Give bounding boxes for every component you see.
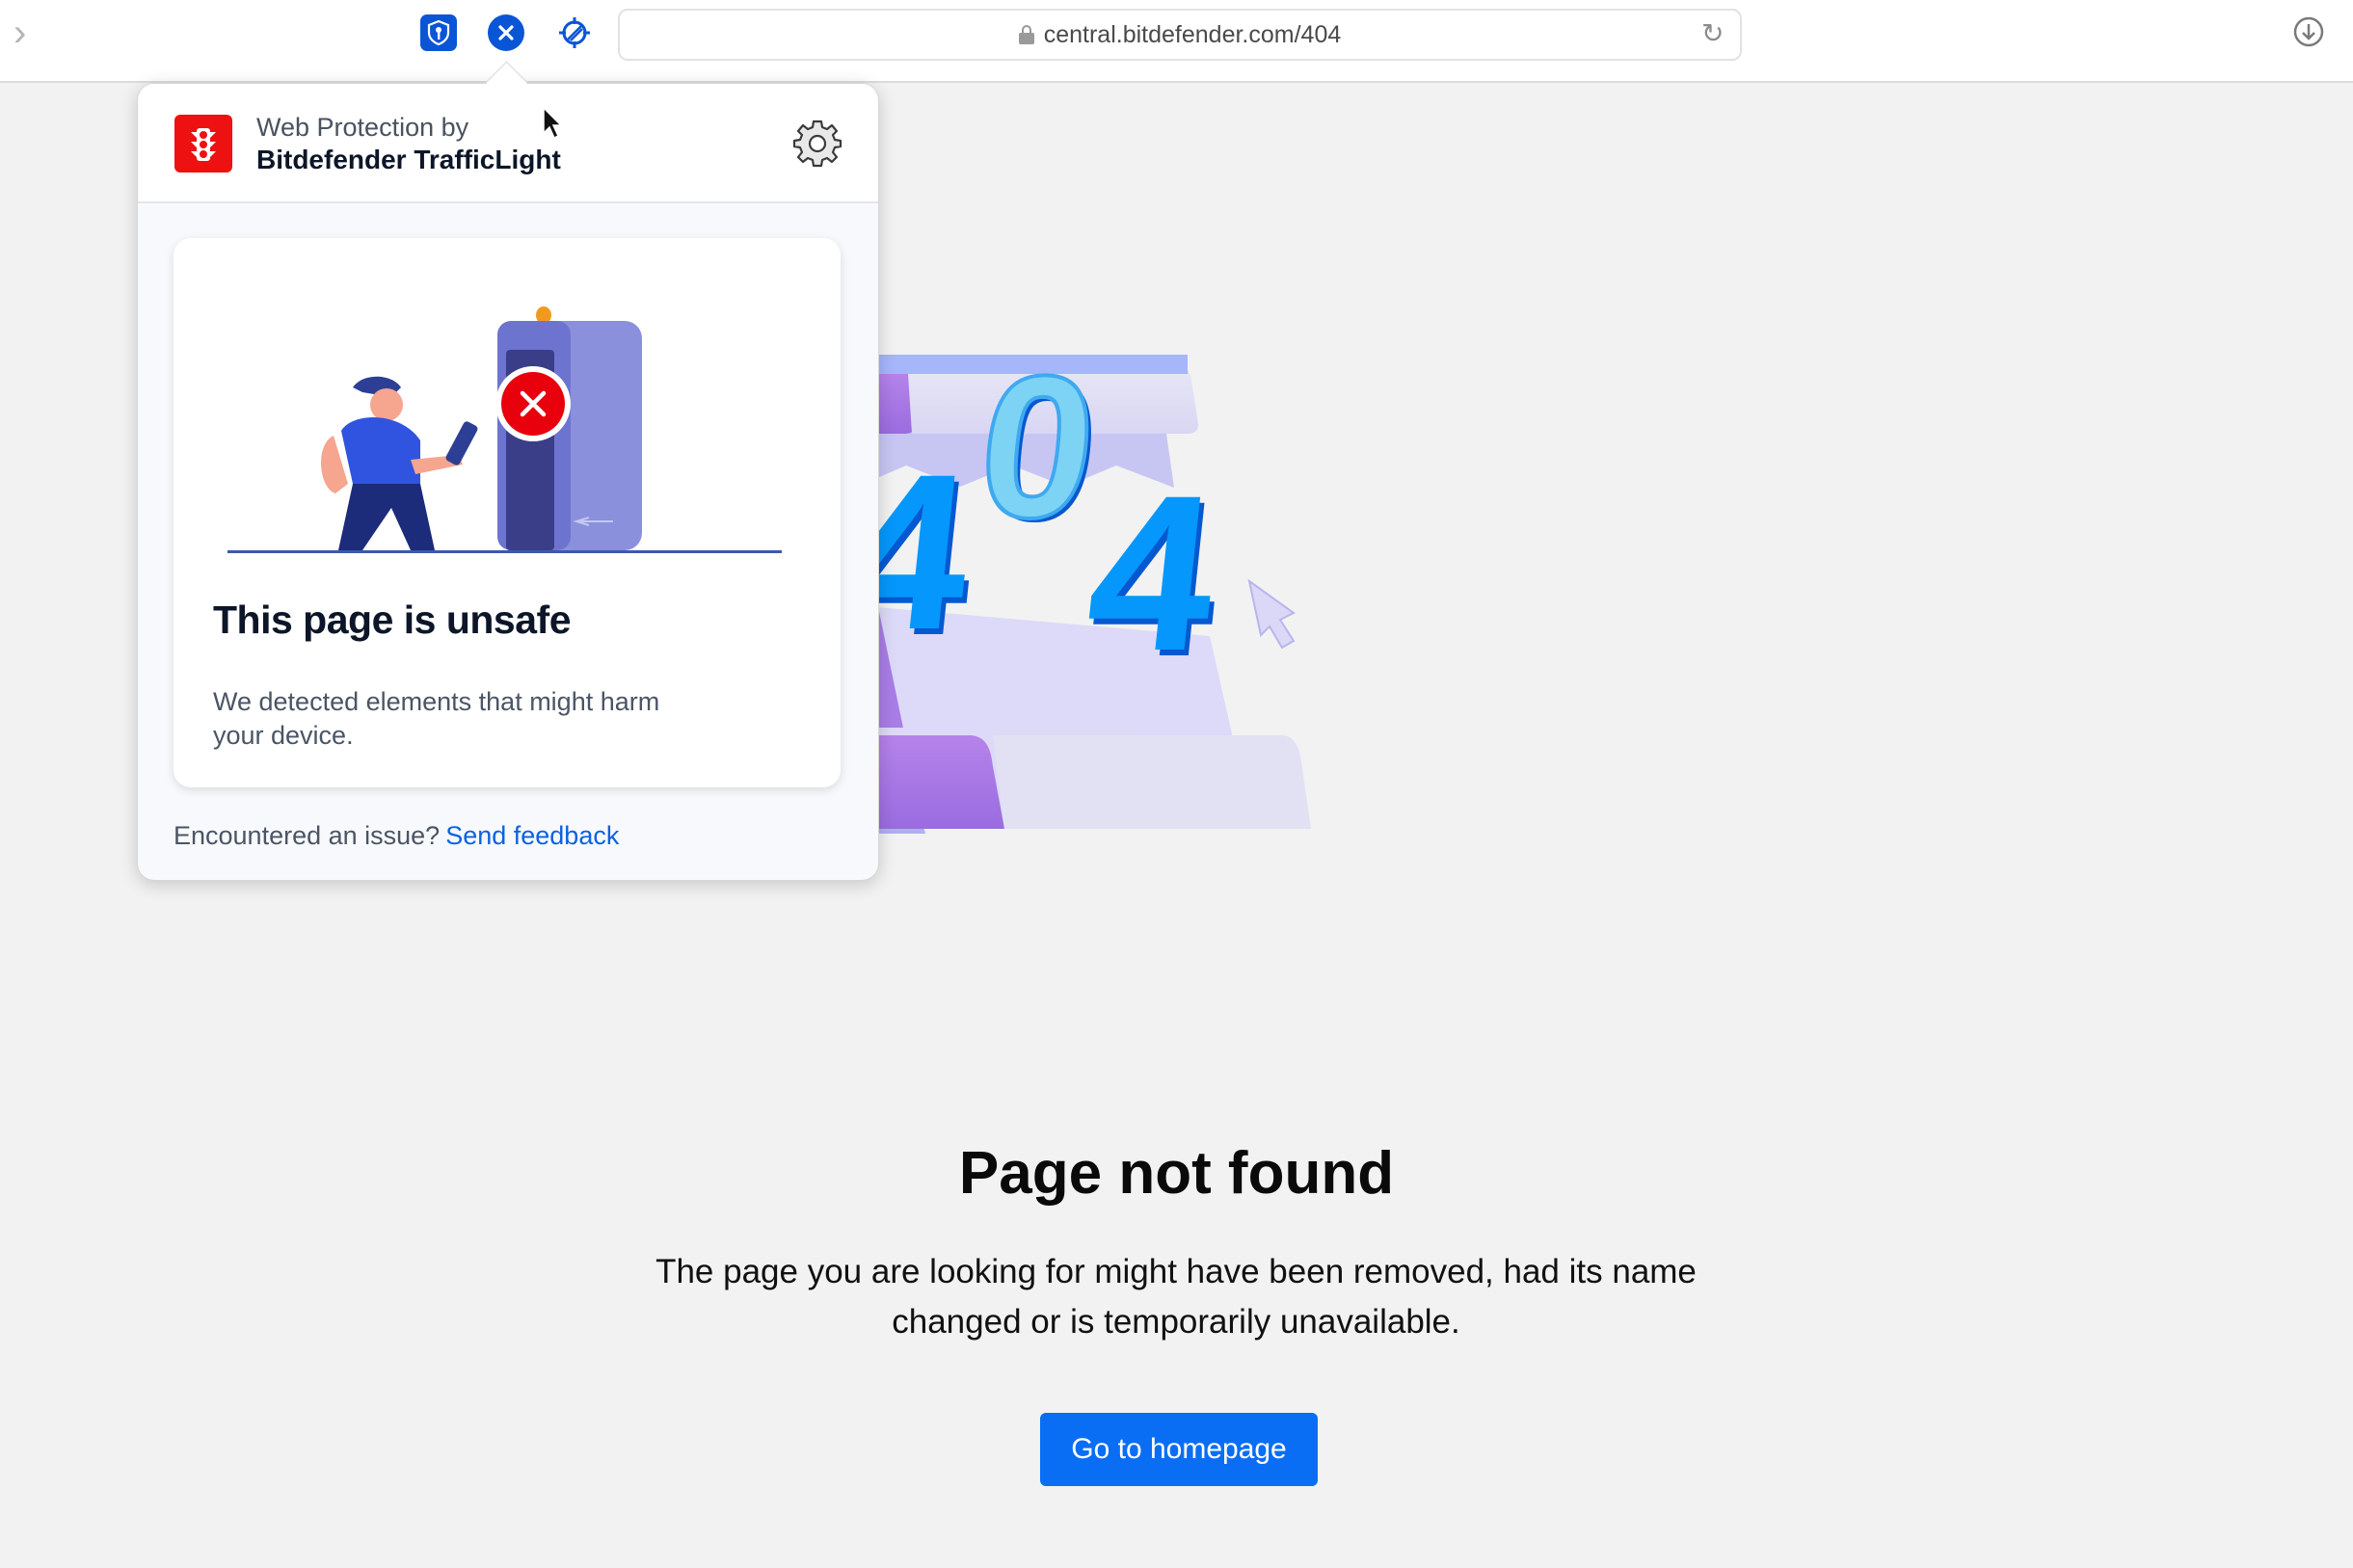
lock-icon [1018, 25, 1034, 44]
forward-icon[interactable]: › [13, 13, 42, 52]
reload-icon[interactable]: ↻ [1701, 20, 1728, 47]
send-feedback-link[interactable]: Send feedback [445, 821, 619, 850]
footer-question: Encountered an issue? [174, 821, 441, 850]
trafficlight-popup: Web Protection by Bitdefender TrafficLig… [137, 83, 879, 881]
url-text: central.bitdefender.com/404 [1043, 20, 1342, 48]
404-illustration: 0 0 4 4 4 4 [800, 332, 1619, 1031]
popup-subtitle: Web Protection by [256, 113, 469, 142]
trafficlight-extension-icon[interactable] [488, 14, 524, 51]
hero-digit-0: 0 [970, 337, 1107, 560]
unsafe-description: We detected elements that might harm you… [213, 687, 660, 750]
popup-footer: Encountered an issue? Send feedback [174, 821, 619, 851]
address-bar[interactable]: central.bitdefender.com/404 ↻ [618, 9, 1742, 61]
mouse-cursor-icon [542, 106, 565, 141]
go-to-homepage-button[interactable]: Go to homepage [1040, 1413, 1318, 1486]
anti-tracker-extension-icon[interactable] [556, 14, 593, 51]
page-title: Page not found [958, 1140, 1395, 1207]
popup-product-name: Bitdefender TrafficLight [256, 145, 561, 174]
browser-toolbar: › central.bitdefender.com/404 ↻ [0, 0, 2353, 83]
page-description: The page you are looking for might have … [655, 1253, 1697, 1341]
unsafe-page-card: This page is unsafe We detected elements… [174, 238, 841, 787]
danger-x-icon [495, 366, 571, 441]
settings-gear-icon[interactable] [791, 117, 843, 169]
downloads-icon[interactable] [2292, 15, 2325, 48]
hero-digit-4-right: 4 [1078, 449, 1227, 697]
trafficlight-logo-icon [174, 115, 232, 173]
unsafe-title: This page is unsafe [213, 598, 572, 642]
password-manager-extension-icon[interactable] [420, 14, 457, 51]
security-guard-illustration [227, 277, 787, 556]
